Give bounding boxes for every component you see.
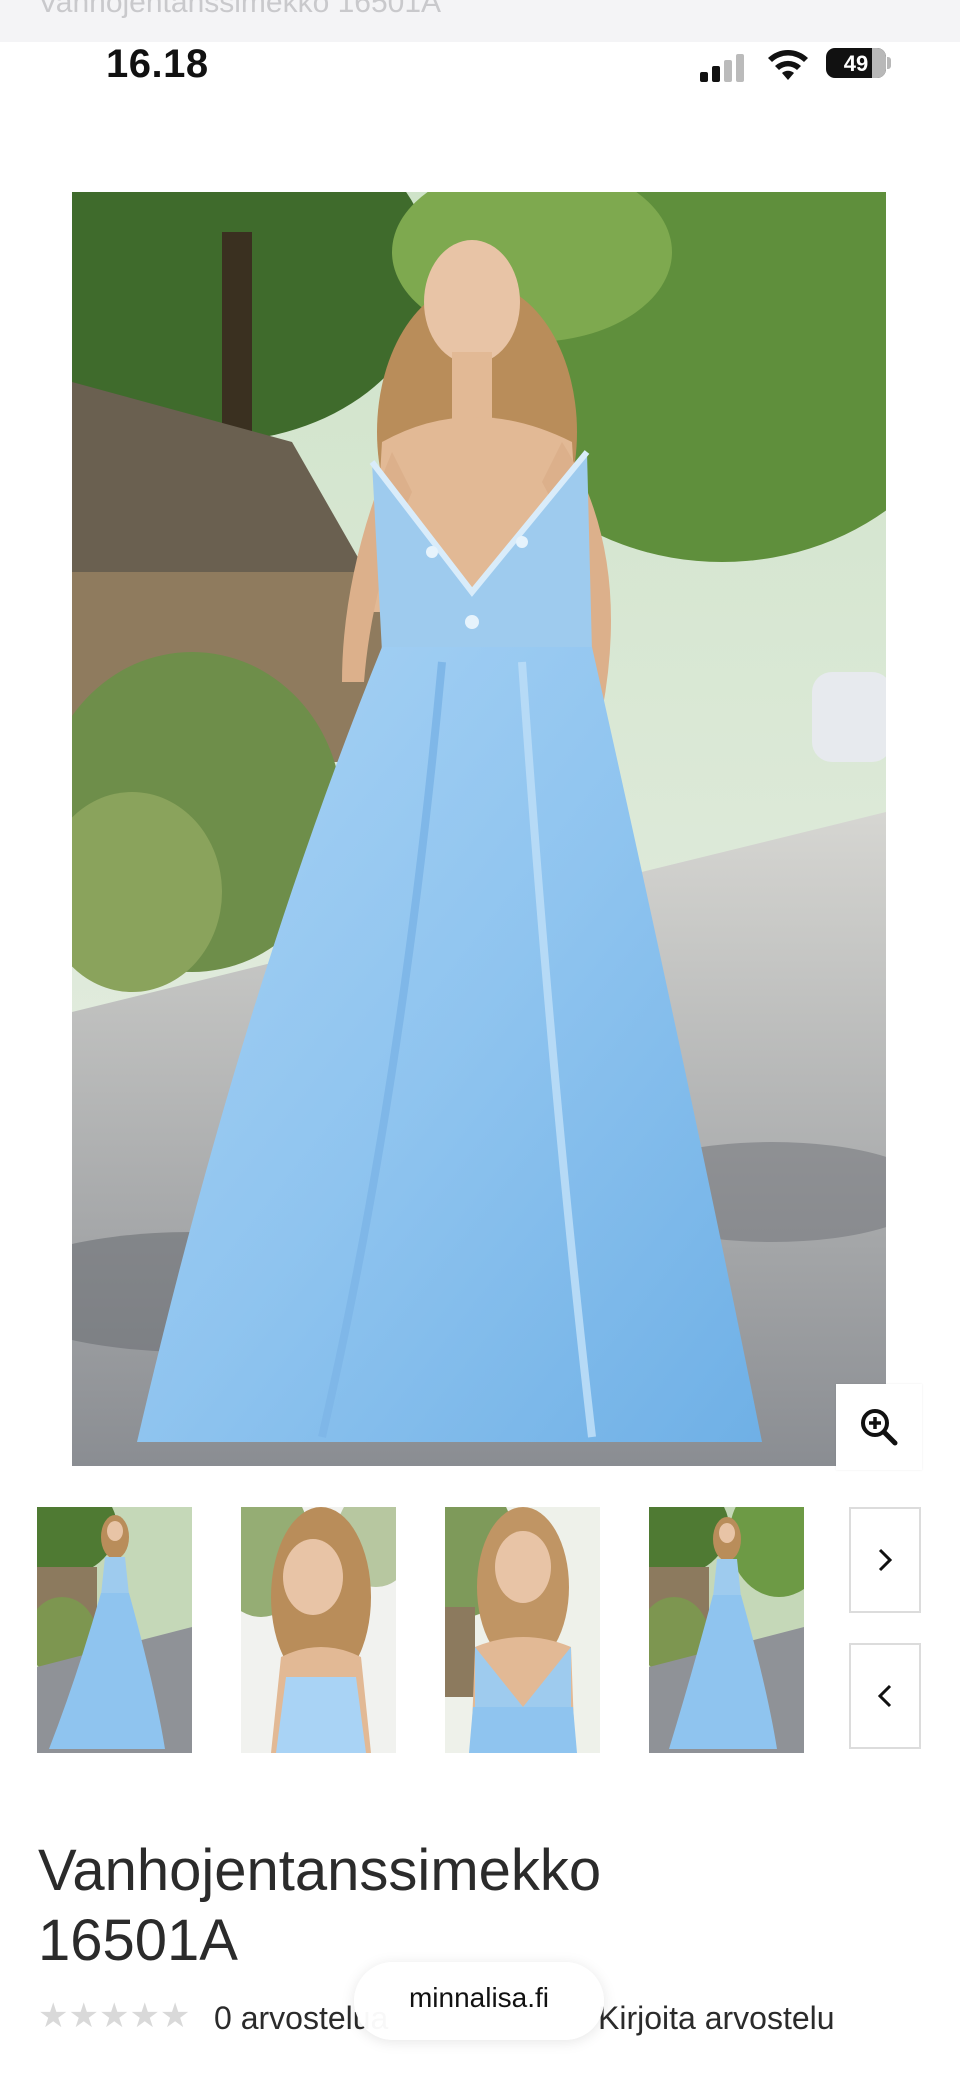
gallery-thumbnail[interactable]	[241, 1507, 396, 1753]
gallery-thumbnail[interactable]	[649, 1507, 804, 1753]
cellular-signal-icon	[700, 50, 750, 82]
product-title-line1: Vanhojentanssimekko	[38, 1838, 602, 1903]
status-bar: 16.18 49	[0, 42, 960, 92]
gallery-thumbnail[interactable]	[445, 1507, 600, 1753]
zoom-in-icon	[861, 1409, 898, 1446]
battery-level: 49	[843, 51, 869, 76]
gallery-next-button[interactable]	[849, 1507, 921, 1613]
battery-icon: 49	[826, 48, 886, 78]
product-title: Vanhojentanssimekko 16501A	[38, 1836, 898, 1976]
rating-stars: ★★★★★	[38, 1997, 191, 2035]
wifi-icon	[768, 50, 808, 80]
gallery-prev-button[interactable]	[849, 1643, 921, 1749]
chevron-left-icon	[877, 1684, 892, 1708]
chevron-right-icon	[878, 1548, 893, 1572]
write-review-link[interactable]: Kirjoita arvostelu	[598, 2000, 835, 2037]
url-text: minnalisa.fi	[408, 1982, 550, 2013]
zoom-button[interactable]	[836, 1384, 922, 1470]
status-time: 16.18	[106, 42, 209, 86]
faded-page-title: Vanhojentanssimekko 16501A	[38, 0, 442, 19]
url-bar[interactable]: minnalisa.fi	[354, 1962, 604, 2040]
gallery-thumbnail[interactable]	[37, 1507, 192, 1753]
browser-title-strip: Vanhojentanssimekko 16501A	[0, 0, 960, 42]
product-main-image[interactable]	[72, 192, 886, 1466]
